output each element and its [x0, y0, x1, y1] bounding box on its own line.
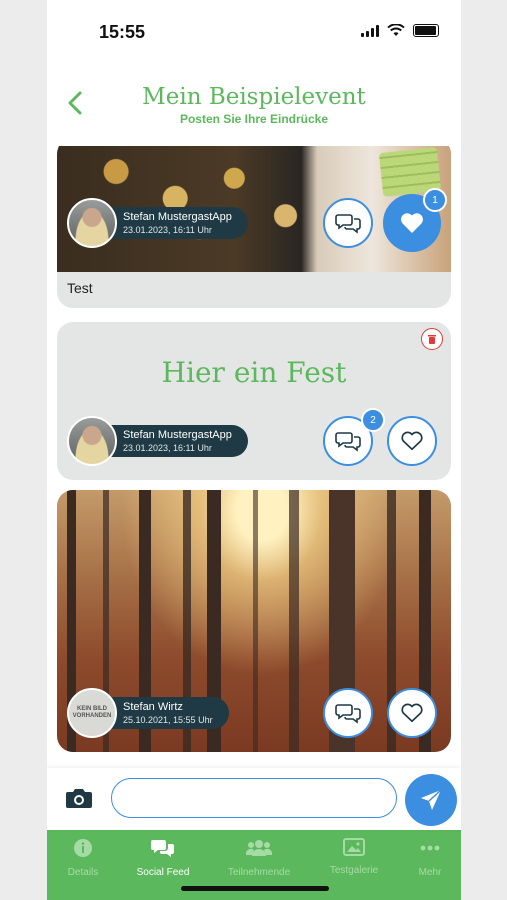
post-date: 23.01.2023, 16:11 Uhr	[123, 443, 212, 453]
tab-details[interactable]: Details	[47, 838, 123, 878]
chat-bubbles-icon	[335, 214, 361, 234]
post-date: 23.01.2023, 16:11 Uhr	[123, 225, 212, 235]
people-icon	[245, 840, 273, 856]
chat-bubbles-icon	[335, 704, 361, 724]
feed-post[interactable]: KEIN BILD VORHANDEN Stefan Wirtz 25.10.2…	[57, 490, 451, 752]
gallery-icon	[343, 838, 365, 856]
author-pill: Stefan Wirtz 25.10.2021, 15:55 Uhr	[105, 697, 229, 729]
avatar: KEIN BILD VORHANDEN	[67, 688, 117, 738]
send-icon	[421, 789, 442, 810]
heart-filled-icon	[401, 213, 423, 233]
heart-outline-icon	[401, 431, 423, 451]
tab-label: Testgalerie	[329, 865, 379, 876]
author-pill: Stefan MustergastApp 23.01.2023, 16:11 U…	[105, 207, 248, 239]
author-pill: Stefan MustergastApp 23.01.2023, 16:11 U…	[105, 425, 248, 457]
camera-icon[interactable]	[65, 786, 93, 810]
tab-label: Social Feed	[136, 867, 190, 878]
avatar	[67, 198, 117, 248]
tab-label: Teilnehmende	[227, 867, 291, 878]
author-name: Stefan MustergastApp	[123, 429, 232, 441]
avatar-placeholder-text: KEIN BILD VORHANDEN	[72, 706, 112, 719]
tab-label: Mehr	[418, 867, 442, 878]
message-input[interactable]	[111, 778, 397, 818]
author-name: Stefan Wirtz	[123, 701, 183, 713]
author-name: Stefan MustergastApp	[123, 211, 232, 223]
wifi-icon	[387, 24, 405, 36]
social-feed[interactable]: Stefan MustergastApp 23.01.2023, 16:11 U…	[57, 146, 451, 760]
chat-bubbles-icon	[335, 432, 361, 452]
status-icons	[361, 24, 439, 37]
feed-post[interactable]: Hier ein Fest Stefan MustergastApp 23.01…	[57, 322, 451, 480]
tab-mehr[interactable]: Mehr	[390, 838, 461, 878]
post-date: 25.10.2021, 15:55 Uhr	[123, 715, 213, 725]
home-indicator	[181, 886, 329, 891]
tab-social-feed[interactable]: Social Feed	[123, 838, 203, 878]
feed-post[interactable]: Stefan MustergastApp 23.01.2023, 16:11 U…	[57, 146, 451, 308]
status-time: 15:55	[99, 22, 146, 42]
post-caption: Test	[67, 280, 93, 296]
like-button[interactable]	[387, 688, 437, 738]
post-author[interactable]: Stefan MustergastApp 23.01.2023, 16:11 U…	[67, 198, 248, 248]
like-button[interactable]	[387, 416, 437, 466]
signal-icon	[361, 24, 379, 37]
send-button[interactable]	[405, 774, 457, 826]
battery-icon	[413, 24, 439, 37]
tab-testgalerie[interactable]: Testgalerie	[314, 838, 394, 876]
comment-count-badge: 2	[361, 408, 385, 432]
page-subtitle: Posten Sie Ihre Eindrücke	[179, 112, 329, 126]
post-text: Hier ein Fest	[161, 356, 347, 389]
post-author[interactable]: Stefan MustergastApp 23.01.2023, 16:11 U…	[67, 416, 248, 466]
info-icon	[74, 839, 92, 857]
trash-icon	[428, 334, 436, 344]
post-author[interactable]: KEIN BILD VORHANDEN Stefan Wirtz 25.10.2…	[67, 688, 229, 738]
heart-outline-icon	[401, 703, 423, 723]
chat-icon	[151, 840, 174, 857]
more-icon	[420, 845, 440, 851]
delete-post-button[interactable]	[421, 328, 443, 350]
comment-button[interactable]	[323, 688, 373, 738]
page-title: Mein Beispielevent	[142, 84, 366, 110]
avatar	[67, 416, 117, 466]
message-composer	[47, 768, 461, 830]
tab-teilnehmende[interactable]: Teilnehmende	[219, 838, 299, 878]
comment-button[interactable]	[323, 198, 373, 248]
app-screen: 15:55 Mein Beispielevent Posten Sie Ihre…	[47, 0, 461, 900]
like-count-badge: 1	[423, 188, 447, 212]
tab-label: Details	[67, 867, 99, 878]
